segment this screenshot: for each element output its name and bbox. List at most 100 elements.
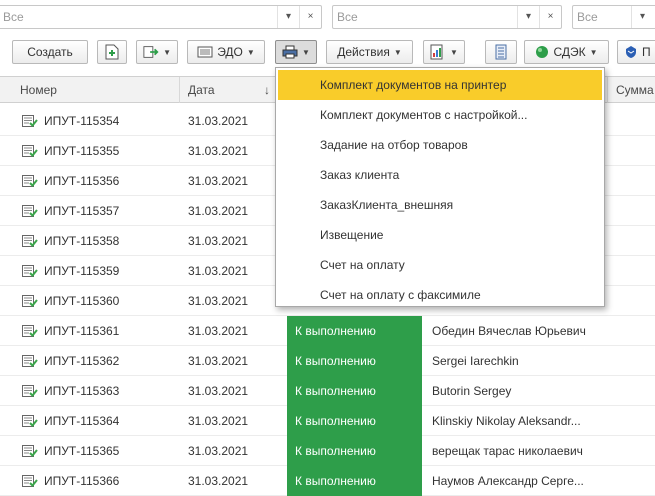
cell-date: 31.03.2021 — [188, 444, 249, 458]
table-row[interactable]: ИПУТ-115364 31.03.2021 К выполнению Klinski… — [0, 406, 655, 436]
cell-status: К выполнению — [287, 376, 422, 406]
cell-number: ИПУТ-115360 — [44, 294, 120, 308]
actions-button-label: Действия — [337, 45, 390, 59]
table-row[interactable]: ИПУТ-115365 31.03.2021 К выполнению верещак… — [0, 436, 655, 466]
document-posted-icon — [22, 475, 38, 487]
cell-number: ИПУТ-115359 — [44, 264, 120, 278]
filter-value: Все — [577, 10, 598, 24]
print-menu-item[interactable]: ЗаказКлиента_внешняя — [278, 190, 602, 220]
cell-client: верещак тарас николаевич — [432, 444, 583, 458]
chevron-down-icon[interactable]: ▾ — [277, 6, 299, 28]
edo-icon — [197, 46, 213, 58]
document-posted-icon — [22, 415, 38, 427]
chevron-down-icon[interactable]: ▾ — [517, 6, 539, 28]
copy-document-button[interactable] — [97, 40, 127, 64]
print-menu-item[interactable]: Комплект документов с настройкой... — [278, 100, 602, 130]
cell-number: ИПУТ-115355 — [44, 144, 120, 158]
cell-number: ИПУТ-115358 — [44, 234, 120, 248]
print-menu-item[interactable]: Задание на отбор товаров — [278, 130, 602, 160]
print-menu: Комплект документов на принтер Комплект д… — [275, 67, 605, 307]
print-menu-item[interactable]: Заказ клиента — [278, 160, 602, 190]
cell-number: ИПУТ-115366 — [44, 474, 120, 488]
document-posted-icon — [22, 325, 38, 337]
print-menu-item[interactable]: Счет на оплату с факсимиле — [278, 280, 602, 310]
filter-field-3[interactable]: Все ▾ — [572, 5, 655, 29]
document-posted-icon — [22, 265, 38, 277]
document-posted-icon — [22, 235, 38, 247]
create-based-on-icon — [143, 46, 159, 58]
cell-date: 31.03.2021 — [188, 294, 249, 308]
russian-post-button-label: П — [642, 45, 651, 59]
document-posted-icon — [22, 385, 38, 397]
document-posted-icon — [22, 115, 38, 127]
cell-status: К выполнению — [287, 346, 422, 376]
cell-date: 31.03.2021 — [188, 204, 249, 218]
chevron-down-icon: ▼ — [302, 47, 310, 57]
cell-date: 31.03.2021 — [188, 264, 249, 278]
clear-icon[interactable]: × — [299, 6, 321, 28]
filter-value: Все — [337, 10, 358, 24]
clear-icon[interactable]: × — [539, 6, 561, 28]
create-button-label: Создать — [27, 45, 73, 59]
print-button[interactable]: ▼ — [275, 40, 317, 64]
document-plus-icon — [105, 44, 119, 60]
reports-button[interactable]: ▼ — [423, 40, 465, 64]
print-menu-item[interactable]: Комплект документов на принтер — [278, 70, 602, 100]
cdek-icon — [536, 46, 549, 58]
document-posted-icon — [22, 205, 38, 217]
print-menu-item[interactable]: Извещение — [278, 220, 602, 250]
cell-number: ИПУТ-115361 — [44, 324, 120, 338]
reports-icon — [430, 44, 443, 60]
column-header-date[interactable]: Дата ↓ — [180, 77, 277, 103]
cell-number: ИПУТ-115356 — [44, 174, 120, 188]
chevron-down-icon: ▼ — [589, 47, 598, 57]
cell-number: ИПУТ-115354 — [44, 114, 120, 128]
cell-number: ИПУТ-115363 — [44, 384, 120, 398]
document-structure-icon — [495, 44, 507, 60]
edo-button-label: ЭДО — [217, 45, 243, 59]
cell-date: 31.03.2021 — [188, 174, 249, 188]
filter-field-2[interactable]: Все ▾ × — [332, 5, 562, 29]
cell-client: Наумов Александр Серге... — [432, 474, 584, 488]
document-posted-icon — [22, 445, 38, 457]
table-row[interactable]: ИПУТ-115366 31.03.2021 К выполнению Наумов … — [0, 466, 655, 496]
table-row[interactable]: ИПУТ-115361 31.03.2021 К выполнению Обедин … — [0, 316, 655, 346]
chevron-down-icon: ▼ — [163, 47, 171, 57]
column-header-sum[interactable]: Сумма — [608, 77, 655, 103]
cell-number: ИПУТ-115362 — [44, 354, 120, 368]
document-posted-icon — [22, 355, 38, 367]
cell-date: 31.03.2021 — [188, 234, 249, 248]
create-button[interactable]: Создать — [12, 40, 88, 64]
printer-icon — [282, 45, 298, 59]
chevron-down-icon[interactable]: ▾ — [631, 6, 653, 28]
document-posted-icon — [22, 145, 38, 157]
edo-button[interactable]: ЭДО ▼ — [187, 40, 265, 64]
actions-button[interactable]: Действия ▼ — [326, 40, 413, 64]
document-posted-icon — [22, 175, 38, 187]
cell-date: 31.03.2021 — [188, 354, 249, 368]
table-row[interactable]: ИПУТ-115363 31.03.2021 К выполнению Butorin… — [0, 376, 655, 406]
cell-date: 31.03.2021 — [188, 384, 249, 398]
chevron-down-icon: ▼ — [450, 47, 458, 57]
structure-button[interactable] — [485, 40, 517, 64]
column-header-date-label: Дата — [188, 83, 215, 97]
chevron-down-icon: ▼ — [393, 47, 402, 57]
filter-field-1[interactable]: Все ▾ × — [0, 5, 322, 29]
cdek-button[interactable]: СДЭК ▼ — [524, 40, 609, 64]
cell-date: 31.03.2021 — [188, 144, 249, 158]
column-header-number[interactable]: Номер — [12, 77, 180, 103]
cdek-button-label: СДЭК — [553, 45, 586, 59]
cell-client: Butorin Sergey — [432, 384, 512, 398]
create-based-on-button[interactable]: ▼ — [136, 40, 178, 64]
cell-number: ИПУТ-115364 — [44, 414, 120, 428]
cell-date: 31.03.2021 — [188, 474, 249, 488]
cell-status: К выполнению — [287, 406, 422, 436]
chevron-down-icon: ▼ — [246, 47, 255, 57]
table-row[interactable]: ИПУТ-115362 31.03.2021 К выполнению Sergei … — [0, 346, 655, 376]
cell-date: 31.03.2021 — [188, 414, 249, 428]
document-posted-icon — [22, 295, 38, 307]
russian-post-button[interactable]: П — [617, 40, 655, 64]
cell-client: Обедин Вячеслав Юрьевич — [432, 324, 586, 338]
print-menu-item[interactable]: Счет на оплату — [278, 250, 602, 280]
cell-status: К выполнению — [287, 466, 422, 496]
